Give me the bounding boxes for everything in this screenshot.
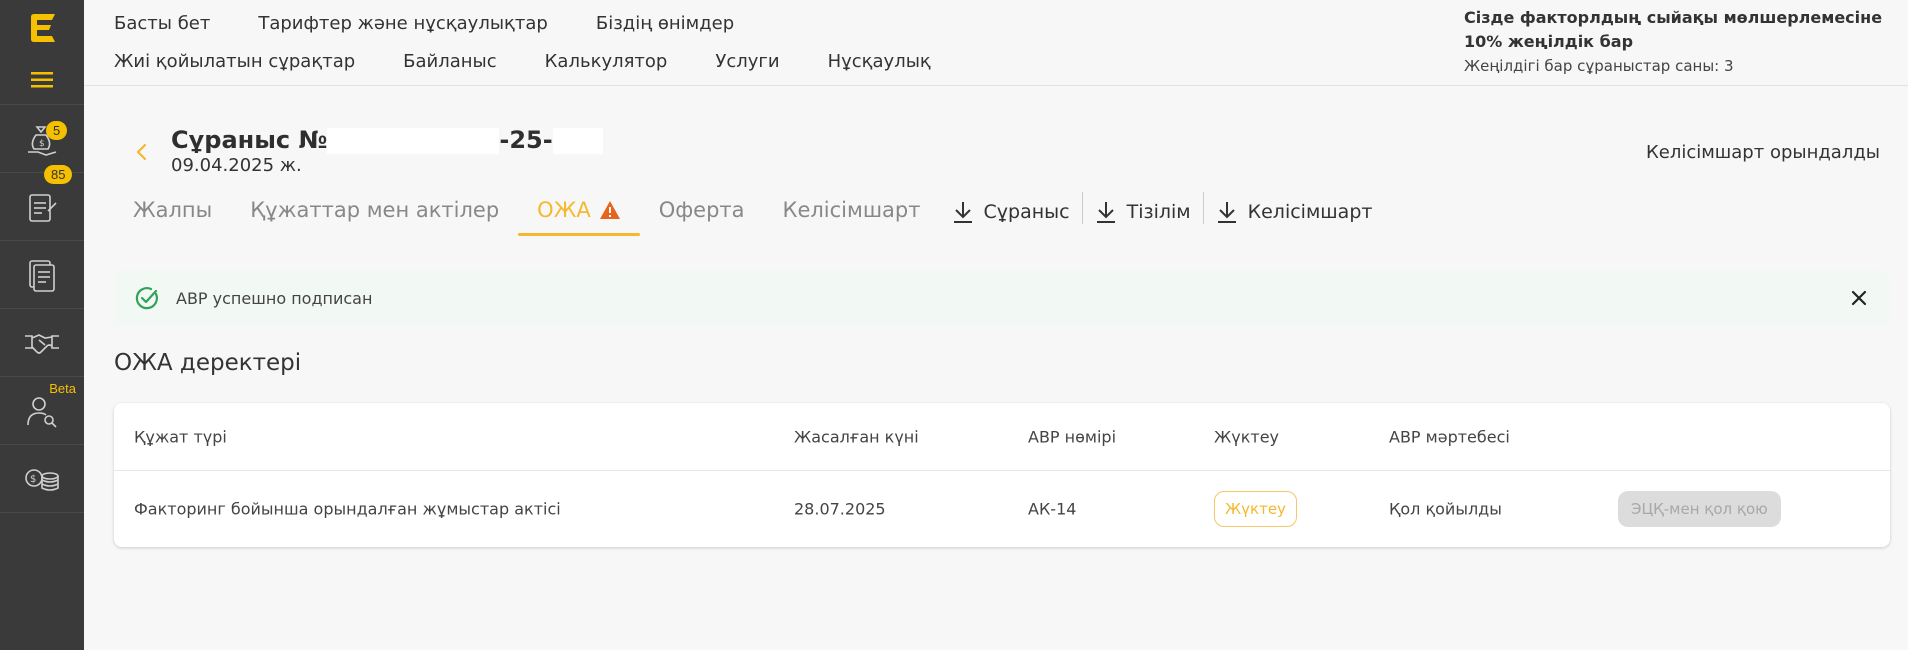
download-registry-label: Тізілім	[1126, 201, 1191, 223]
tab-oja[interactable]: ОЖА	[518, 192, 640, 236]
oja-table: Құжат түрі Жасалған күні АВР нөмірі Жүкт…	[114, 403, 1890, 547]
sidebar-item-funds[interactable]: $ 5	[0, 105, 84, 173]
top-header: Басты бет Тарифтер және нұсқаулықтар Біз…	[84, 0, 1908, 86]
user-search-icon	[27, 396, 57, 428]
tab-bar: Жалпы Құжаттар мен актілер ОЖА Оферта Ке…	[114, 192, 1384, 240]
download-icon	[953, 202, 972, 223]
tab-general[interactable]: Жалпы	[114, 192, 231, 236]
coins-icon: $	[25, 468, 59, 491]
sidebar-item-contracts[interactable]	[0, 309, 84, 377]
redacted-block	[327, 128, 500, 154]
nav-calculator[interactable]: Калькулятор	[545, 46, 668, 78]
sidebar-item-search-beta[interactable]: Beta	[0, 377, 84, 445]
close-icon[interactable]	[1848, 287, 1870, 309]
requests-badge: 85	[44, 165, 73, 184]
table-header: Құжат түрі Жасалған күні АВР нөмірі Жүкт…	[114, 403, 1890, 471]
check-circle-icon	[135, 287, 158, 310]
header-created-date: Жасалған күні	[794, 427, 919, 446]
cell-status: Қол қойылды	[1389, 499, 1502, 518]
nav-guide[interactable]: Нұсқаулық	[828, 46, 931, 78]
nav-contact[interactable]: Байланыс	[403, 46, 497, 78]
success-alert: АВР успешно подписан	[114, 270, 1890, 326]
header-avr-number: АВР нөмірі	[1028, 427, 1117, 446]
download-icon	[1096, 202, 1115, 223]
funds-badge: 5	[46, 121, 68, 140]
tab-contract[interactable]: Келісімшарт	[764, 192, 940, 236]
logo-icon	[31, 13, 55, 42]
tab-documents[interactable]: Құжаттар мен актілер	[231, 192, 518, 236]
download-icon	[1217, 202, 1236, 223]
nav-products[interactable]: Біздің өнімдер	[596, 8, 734, 40]
nav-services[interactable]: Услуги	[715, 46, 779, 78]
clipboard-icon	[29, 193, 57, 222]
header-doc-type: Құжат түрі	[134, 427, 227, 446]
promo-text: Сізде факторлдың сыйақы мөлшерлемесіне 1…	[1464, 8, 1883, 51]
back-chevron-icon[interactable]	[132, 142, 152, 162]
download-registry-button[interactable]: Тізілім	[1081, 192, 1203, 224]
download-contract-button[interactable]: Келісімшарт	[1202, 192, 1385, 224]
nav-tariffs[interactable]: Тарифтер және нұсқаулықтар	[258, 8, 548, 40]
top-navigation: Басты бет Тарифтер және нұсқаулықтар Біз…	[114, 8, 964, 78]
download-contract-label: Келісімшарт	[1247, 201, 1373, 223]
request-title-mid: -25-	[499, 126, 553, 154]
discount-promo: Сізде факторлдың сыйақы мөлшерлемесіне 1…	[1464, 6, 1884, 78]
cell-date: 28.07.2025	[794, 499, 886, 518]
logo[interactable]	[0, 0, 84, 55]
sidebar-item-finance[interactable]: $	[0, 445, 84, 513]
sign-eds-button[interactable]: ЭЦҚ-мен қол қою	[1618, 490, 1781, 527]
section-title: ОЖА деректері	[114, 350, 302, 376]
request-title: Сұраныс № -25-	[171, 126, 603, 154]
hamburger-icon	[31, 71, 53, 87]
header-avr-status: АВР мәртебесі	[1389, 427, 1510, 446]
nav-faq[interactable]: Жиі қойылатын сұрақтар	[114, 46, 355, 78]
cell-number: АК-14	[1028, 499, 1077, 518]
promo-count: Жеңілдігі бар сұраныстар саны: 3	[1464, 57, 1734, 75]
download-request-label: Сұраныс	[983, 201, 1070, 223]
alert-message: АВР успешно подписан	[176, 288, 373, 308]
redacted-block	[552, 128, 603, 154]
handshake-icon	[25, 333, 59, 354]
request-date: 09.04.2025 ж.	[171, 155, 302, 176]
tab-offer[interactable]: Оферта	[640, 192, 764, 236]
menu-button[interactable]	[0, 55, 84, 105]
documents-icon	[29, 259, 55, 292]
tab-oja-label: ОЖА	[537, 198, 591, 222]
svg-text:$: $	[30, 474, 36, 485]
cell-doc-type: Факторинг бойынша орындалған жұмыстар ак…	[134, 499, 561, 518]
sidebar-item-documents[interactable]	[0, 241, 84, 309]
warning-icon	[599, 201, 620, 219]
header-download: Жүктеу	[1214, 427, 1279, 446]
request-status: Келісімшарт орындалды	[1645, 142, 1880, 163]
nav-home[interactable]: Басты бет	[114, 8, 210, 40]
sidebar-item-requests[interactable]: 85	[0, 165, 84, 241]
beta-label: Beta	[49, 381, 76, 396]
svg-text:$: $	[39, 139, 45, 149]
download-button[interactable]: Жүктеу	[1214, 490, 1297, 527]
download-request-button[interactable]: Сұраныс	[940, 192, 1082, 224]
table-row: Факторинг бойынша орындалған жұмыстар ак…	[114, 471, 1890, 546]
request-title-prefix: Сұраныс №	[171, 126, 328, 154]
sidebar: $ 5 85 Beta $	[0, 0, 84, 650]
